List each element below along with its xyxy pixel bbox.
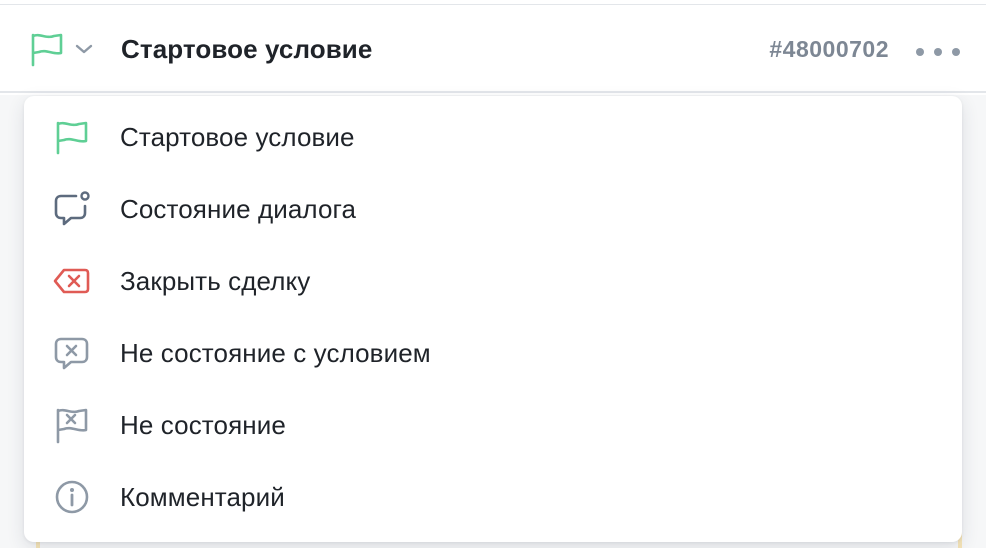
menu-item-not-state[interactable]: Не состояние	[24, 389, 962, 461]
node-header: Стартовое условие #48000702	[0, 5, 986, 93]
menu-item-label: Состояние диалога	[120, 194, 357, 224]
menu-item-label: Стартовое условие	[120, 122, 355, 152]
menu-item-comment[interactable]: Комментарий	[24, 461, 962, 533]
menu-item-start-condition[interactable]: Стартовое условие	[24, 101, 962, 173]
chat-bubble-x-icon	[52, 333, 92, 373]
node-type-selector[interactable]	[28, 29, 94, 69]
more-dot	[952, 48, 960, 56]
menu-item-dialog-state[interactable]: Состояние диалога	[24, 173, 962, 245]
flag-icon	[28, 31, 66, 67]
node-id: #48000702	[769, 36, 889, 62]
info-icon	[52, 477, 92, 517]
menu-item-label: Не состояние	[120, 410, 286, 440]
close-deal-icon	[52, 261, 92, 301]
menu-item-not-state-with-condition[interactable]: Не состояние с условием	[24, 317, 962, 389]
flag-x-icon	[52, 405, 92, 445]
node-title: Стартовое условие	[121, 34, 373, 64]
flag-icon	[52, 117, 92, 157]
menu-item-label: Не состояние с условием	[120, 338, 431, 368]
menu-item-close-deal[interactable]: Закрыть сделку	[24, 245, 962, 317]
menu-item-label: Закрыть сделку	[120, 266, 311, 296]
chevron-down-icon	[74, 43, 94, 55]
menu-item-label: Комментарий	[120, 482, 285, 512]
more-options-button[interactable]	[916, 41, 960, 63]
more-dot	[934, 48, 942, 56]
more-dot	[916, 48, 924, 56]
chat-bubble-dot-icon	[52, 189, 92, 229]
node-type-dropdown: Стартовое условие Состояние диалога Закр…	[24, 96, 962, 542]
